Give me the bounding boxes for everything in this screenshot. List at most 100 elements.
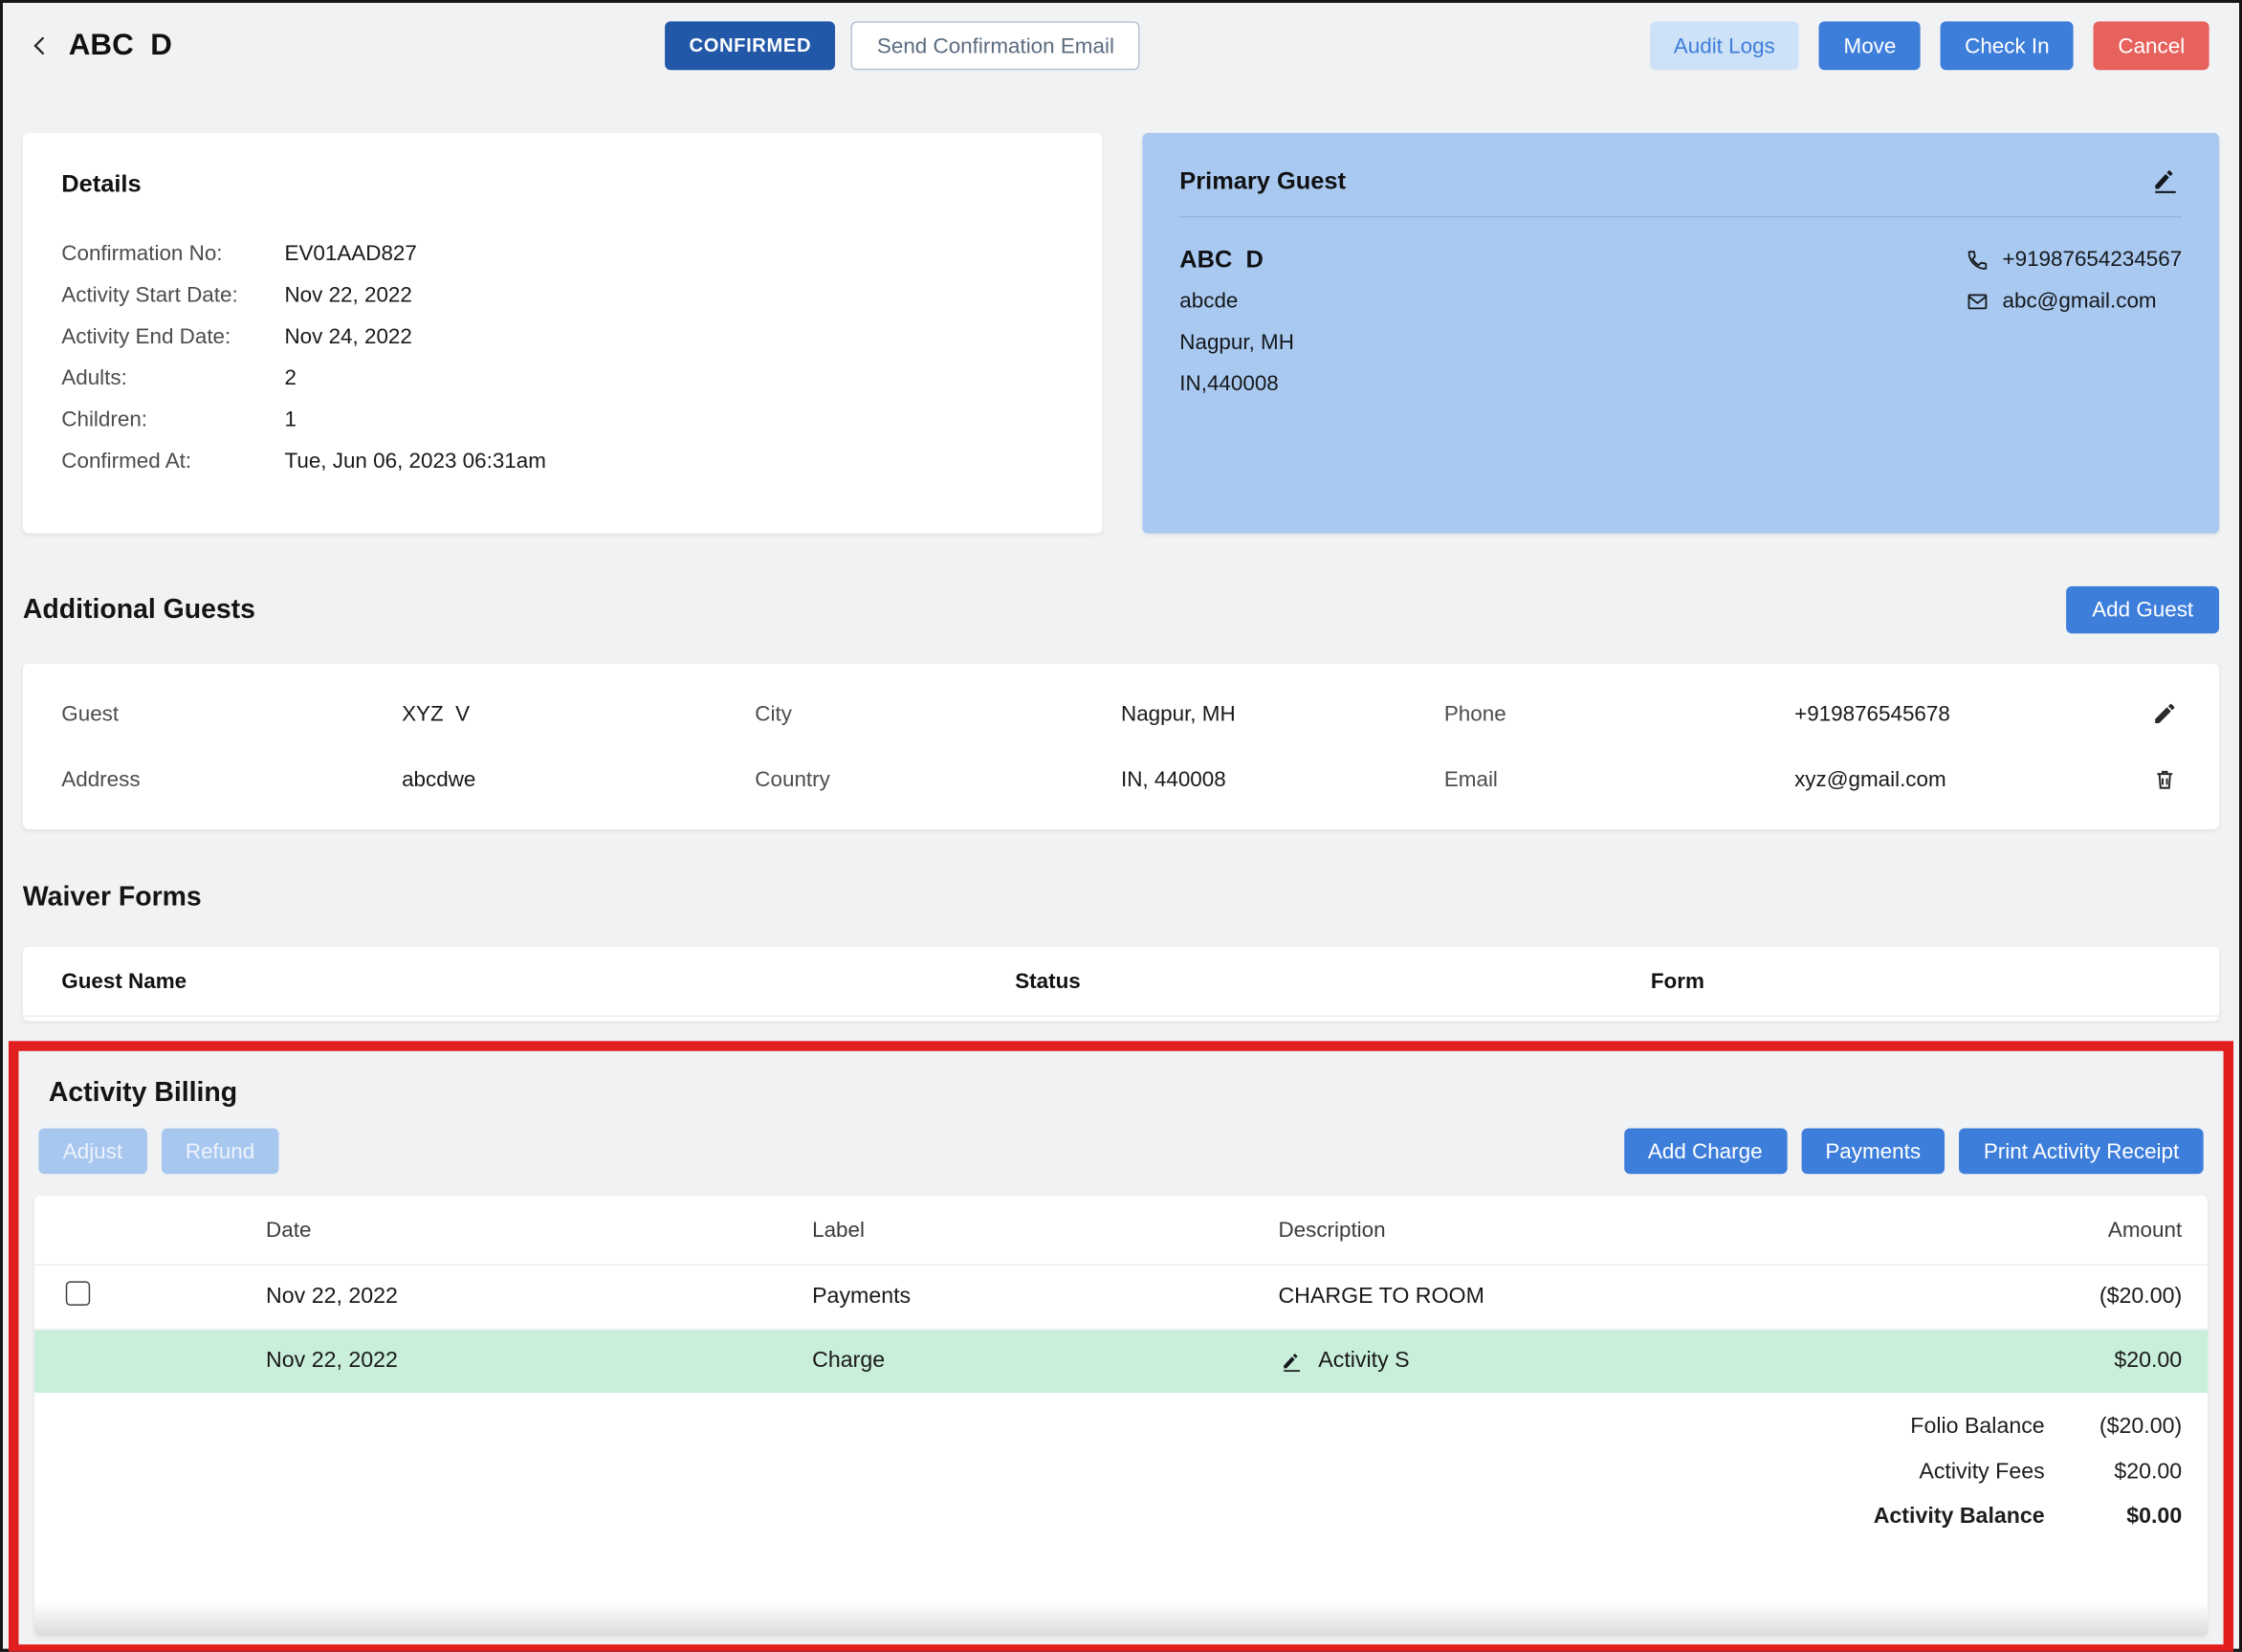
cell-amount: $20.00	[1896, 1349, 2208, 1375]
primary-guest-line2: Nagpur, MH	[1179, 321, 1294, 363]
adjust-button[interactable]: Adjust	[38, 1128, 146, 1174]
details-label: Confirmed At:	[61, 440, 284, 481]
details-card: Details Confirmation No: EV01AAD827 Acti…	[23, 133, 1103, 534]
trash-icon	[2152, 766, 2178, 792]
delete-additional-guest-button[interactable]	[2149, 763, 2181, 795]
primary-guest-phone-row: +91987654234567	[1967, 239, 2182, 280]
details-label: Confirmation No:	[61, 233, 284, 275]
details-label: Activity End Date:	[61, 316, 284, 357]
primary-guest-line3: IN,440008	[1179, 363, 1294, 405]
primary-guest-phone: +91987654234567	[2003, 239, 2183, 280]
waiver-forms-card: Guest Name Status Form	[23, 947, 2219, 1022]
field-value: xyz@gmail.com	[1794, 767, 2123, 791]
field-label: City	[755, 701, 1121, 725]
cell-description: CHARGE TO ROOM	[1278, 1284, 1896, 1310]
primary-guest-email: abc@gmail.com	[2003, 280, 2157, 321]
edit-charge-button[interactable]	[1278, 1348, 1305, 1375]
billing-row-payment: Nov 22, 2022 Payments CHARGE TO ROOM ($2…	[34, 1266, 2208, 1330]
field-label: Phone	[1444, 701, 1794, 725]
cell-label: Payments	[812, 1284, 1278, 1310]
billing-row-charge: Nov 22, 2022 Charge Activity S $20.00	[34, 1330, 2208, 1393]
summary-activity-fees: Activity Fees $20.00	[34, 1449, 2208, 1494]
billing-table-card: Date Label Description Amount Nov 22, 20…	[34, 1196, 2208, 1636]
payments-button[interactable]: Payments	[1801, 1128, 1945, 1174]
add-guest-button[interactable]: Add Guest	[2066, 586, 2219, 633]
summary-activity-balance: Activity Balance $0.00	[34, 1494, 2208, 1539]
check-in-button[interactable]: Check In	[1941, 21, 2074, 70]
edit-pencil-icon	[2152, 167, 2179, 194]
billing-actions-left: Adjust Refund	[38, 1128, 278, 1174]
cancel-button[interactable]: Cancel	[2094, 21, 2209, 70]
chevron-left-icon	[29, 34, 52, 57]
confirmed-status-button[interactable]: CONFIRMED	[665, 21, 835, 70]
billing-actions-right: Add Charge Payments Print Activity Recei…	[1623, 1128, 2203, 1174]
waiver-table-header: Guest Name Status Form	[23, 947, 2219, 1017]
field-label: Country	[755, 767, 1121, 791]
audit-logs-button[interactable]: Audit Logs	[1649, 21, 1799, 70]
field-label: Address	[61, 767, 402, 791]
details-value: 1	[284, 399, 296, 440]
move-button[interactable]: Move	[1819, 21, 1921, 70]
field-value: XYZ V	[402, 701, 755, 725]
activity-billing-annotation-box: Activity Billing Adjust Refund Add Charg…	[9, 1041, 2233, 1651]
edit-additional-guest-button[interactable]	[2149, 698, 2181, 730]
field-label: Email	[1444, 767, 1794, 791]
billing-table-header: Date Label Description Amount	[34, 1196, 2208, 1266]
details-row: Activity Start Date: Nov 22, 2022	[61, 275, 1064, 316]
cell-date: Nov 22, 2022	[266, 1284, 812, 1310]
checkbox-cell	[34, 1281, 266, 1312]
topbar-center: CONFIRMED Send Confirmation Email	[665, 21, 1140, 70]
print-activity-receipt-button[interactable]: Print Activity Receipt	[1959, 1128, 2203, 1174]
details-row: Adults: 2	[61, 358, 1064, 399]
details-value: Nov 22, 2022	[284, 275, 411, 316]
details-value: 2	[284, 358, 296, 399]
column-form: Form	[1651, 969, 2181, 993]
activity-billing-actions: Adjust Refund Add Charge Payments Print …	[30, 1128, 2211, 1174]
summary-value: $20.00	[2045, 1449, 2183, 1494]
primary-guest-card: Primary Guest ABC D abcde Nagpur, MH IN,…	[1142, 133, 2219, 534]
edit-pencil-icon	[1281, 1351, 1302, 1372]
primary-guest-info: ABC D abcde Nagpur, MH IN,440008	[1179, 239, 1294, 405]
send-confirmation-email-button[interactable]: Send Confirmation Email	[851, 21, 1140, 70]
back-button[interactable]	[26, 32, 55, 60]
edit-pencil-icon	[2152, 701, 2178, 727]
row-checkbox[interactable]	[66, 1281, 90, 1305]
column-guest-name: Guest Name	[61, 969, 1015, 993]
details-row: Children: 1	[61, 399, 1064, 440]
activity-billing-title: Activity Billing	[49, 1078, 2212, 1110]
cell-amount: ($20.00)	[1896, 1284, 2208, 1310]
additional-guest-row-2: Address abcdwe Country IN, 440008 Email …	[61, 746, 2180, 812]
column-label: Label	[812, 1218, 1278, 1242]
additional-guest-card: Guest XYZ V City Nagpur, MH Phone +91987…	[23, 664, 2219, 829]
field-value: IN, 440008	[1121, 767, 1444, 791]
additional-guest-row-1: Guest XYZ V City Nagpur, MH Phone +91987…	[61, 681, 2180, 747]
additional-guests-header: Additional Guests Add Guest	[23, 586, 2219, 633]
cell-date: Nov 22, 2022	[266, 1349, 812, 1375]
edit-primary-guest-button[interactable]	[2149, 165, 2182, 197]
topbar: ABC D CONFIRMED Send Confirmation Email …	[0, 0, 2242, 92]
field-label: Guest	[61, 701, 402, 725]
details-title: Details	[61, 170, 1064, 199]
column-status: Status	[1015, 969, 1651, 993]
details-row: Confirmed At: Tue, Jun 06, 2023 06:31am	[61, 440, 1064, 481]
column-date: Date	[266, 1218, 812, 1242]
email-icon	[1967, 290, 1989, 313]
summary-folio-balance: Folio Balance ($20.00)	[34, 1404, 2208, 1449]
cell-label: Charge	[812, 1349, 1278, 1375]
field-value: Nagpur, MH	[1121, 701, 1444, 725]
details-value: Tue, Jun 06, 2023 06:31am	[284, 440, 545, 481]
summary-cards-row: Details Confirmation No: EV01AAD827 Acti…	[23, 133, 2219, 534]
field-value: abcdwe	[402, 767, 755, 791]
primary-guest-contact: +91987654234567 abc@gmail.com	[1967, 239, 2182, 405]
cell-description: Activity S	[1278, 1348, 1896, 1375]
refund-button[interactable]: Refund	[161, 1128, 278, 1174]
primary-guest-email-row: abc@gmail.com	[1967, 280, 2182, 321]
column-description: Description	[1278, 1218, 1896, 1242]
phone-icon	[1967, 248, 1989, 271]
details-label: Activity Start Date:	[61, 275, 284, 316]
charge-description-text: Activity S	[1318, 1349, 1409, 1375]
summary-value: $0.00	[2045, 1494, 2183, 1539]
add-charge-button[interactable]: Add Charge	[1623, 1128, 1787, 1174]
details-row: Confirmation No: EV01AAD827	[61, 233, 1064, 275]
topbar-right: Audit Logs Move Check In Cancel	[1649, 21, 2242, 70]
